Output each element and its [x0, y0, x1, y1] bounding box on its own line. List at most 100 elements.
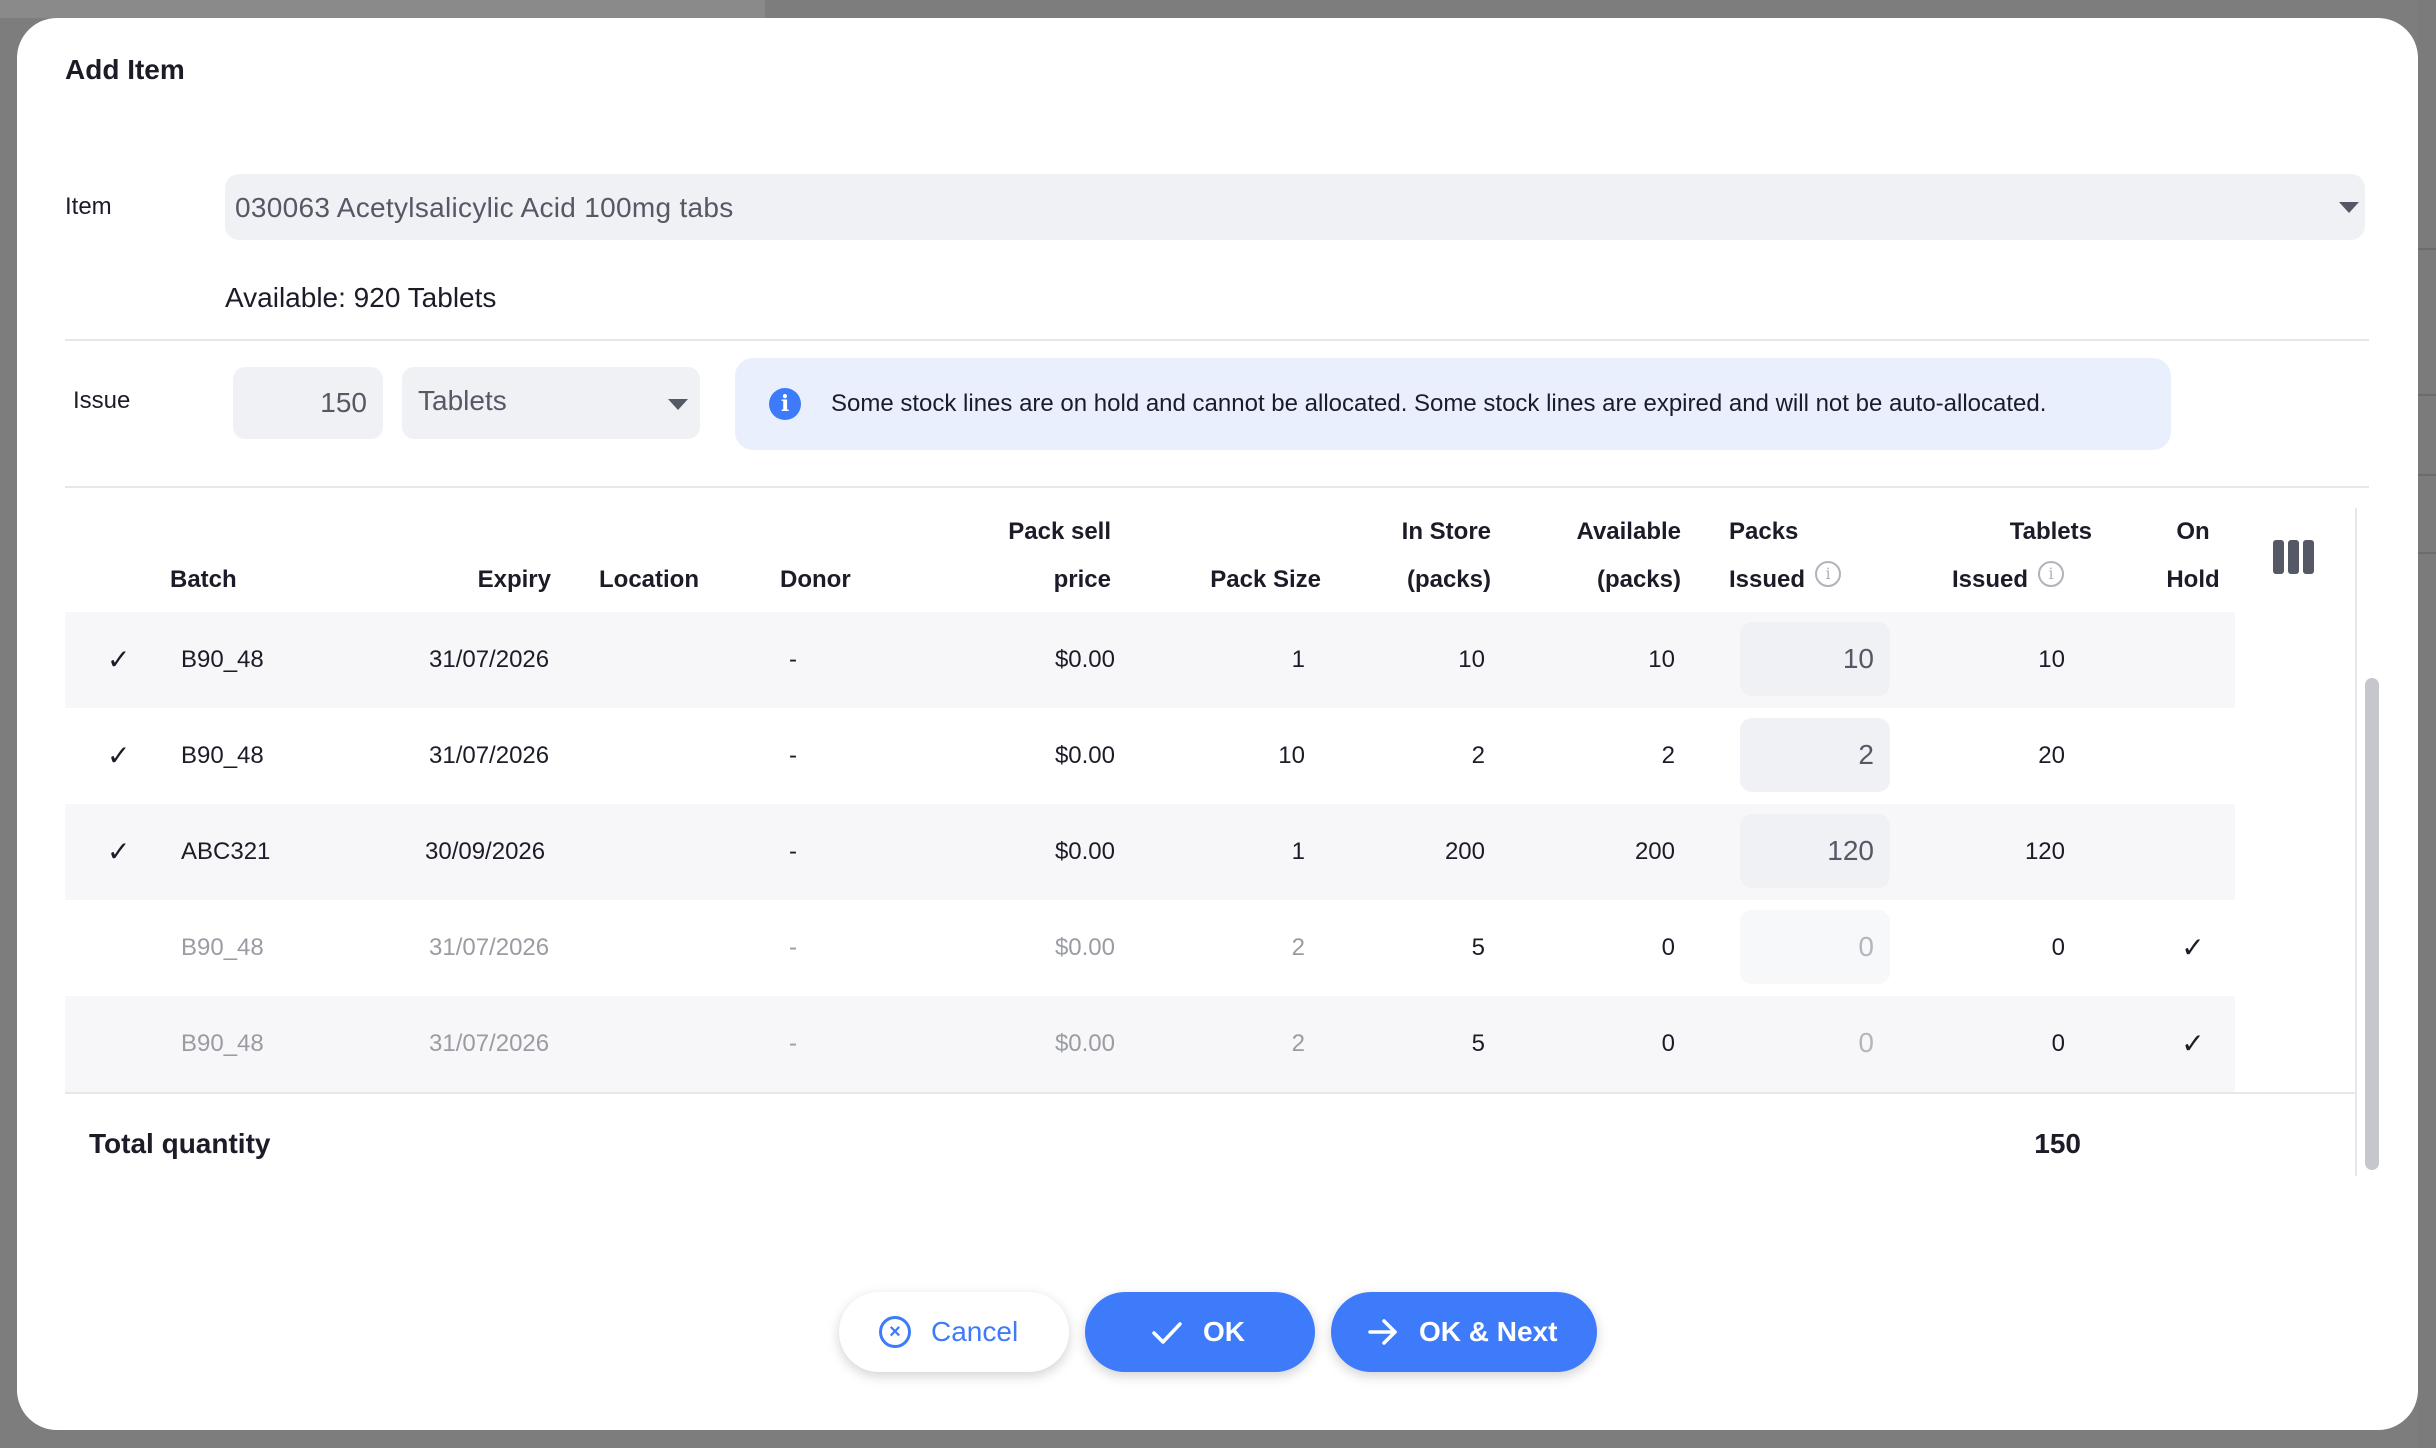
- column-picker-icon[interactable]: [2273, 540, 2317, 574]
- divider: [65, 339, 2369, 341]
- cell-donor: -: [789, 742, 797, 769]
- cell-batch: B90_48: [181, 646, 264, 673]
- col-header-batch[interactable]: Batch: [170, 556, 237, 604]
- stock-alert: i Some stock lines are on hold and canno…: [735, 358, 2171, 450]
- cell-tablets-issued: 10: [2038, 646, 2065, 673]
- packs-issued-value: 120: [1827, 835, 1874, 866]
- table-row[interactable]: ✓ B90_48 31/07/2026 - $0.00 10 2 2 2 20: [65, 708, 2235, 804]
- total-quantity-label: Total quantity: [89, 1128, 271, 1159]
- issue-quantity-value: 150: [320, 387, 367, 418]
- table-row[interactable]: ✓ ABC321 30/09/2026 - $0.00 1 200 200 12…: [65, 804, 2235, 900]
- cancel-button[interactable]: × Cancel: [839, 1292, 1069, 1372]
- cell-pack-size: 10: [1278, 742, 1305, 769]
- scrollbar-thumb[interactable]: [2365, 678, 2379, 1170]
- dialog-title: Add Item: [65, 54, 185, 85]
- col-header-available-line2: (packs): [1596, 566, 1681, 593]
- table-row[interactable]: ✓ B90_48 31/07/2026 - $0.00 1 10 10 10 1…: [65, 612, 2235, 708]
- cell-pack-size: 2: [1291, 934, 1305, 961]
- item-select[interactable]: 030063 Acetylsalicylic Acid 100mg tabs: [225, 174, 2365, 240]
- col-header-location[interactable]: Location: [599, 556, 699, 604]
- cell-expiry: 30/09/2026: [425, 838, 546, 865]
- cell-batch: B90_48: [181, 742, 264, 769]
- cell-tablets-issued: 0: [2051, 1030, 2065, 1057]
- ok-next-button-label: OK & Next: [1419, 1316, 1558, 1347]
- col-header-available[interactable]: Available (packs): [1517, 508, 1682, 604]
- cell-in-store: 5: [1471, 1030, 1485, 1057]
- chevron-down-icon[interactable]: [668, 399, 688, 410]
- cell-price: $0.00: [1054, 646, 1115, 673]
- cancel-button-label: Cancel: [931, 1316, 1019, 1347]
- info-icon[interactable]: i: [1815, 561, 1842, 587]
- col-header-tablets-issued[interactable]: Tablets Issued i: [1952, 508, 2092, 604]
- chevron-down-icon[interactable]: [2339, 202, 2359, 213]
- add-item-dialog: Add Item Item 030063 Acetylsalicylic Aci…: [17, 18, 2418, 1430]
- cell-available: 0: [1661, 1030, 1675, 1057]
- issue-unit-select[interactable]: Tablets: [402, 367, 700, 439]
- col-header-packs-issued-line1: Packs: [1729, 518, 1799, 545]
- info-icon: i: [769, 388, 801, 420]
- ok-next-button[interactable]: OK & Next: [1331, 1292, 1597, 1372]
- packs-issued-input[interactable]: 2: [1740, 718, 1890, 792]
- issue-unit-value: Tablets: [418, 385, 507, 416]
- cell-tablets-issued: 0: [2051, 934, 2065, 961]
- packs-issued-value: 0: [1858, 1027, 1874, 1058]
- issue-quantity-input[interactable]: 150: [233, 367, 383, 439]
- col-header-pack-sell-line2: price: [1053, 566, 1111, 593]
- col-header-in-store-line1: In Store: [1401, 518, 1491, 545]
- cell-price: $0.00: [1054, 838, 1115, 865]
- item-select-value: 030063 Acetylsalicylic Acid 100mg tabs: [235, 192, 734, 223]
- packs-issued-input[interactable]: 120: [1740, 814, 1890, 888]
- col-header-in-store[interactable]: In Store (packs): [1347, 508, 1491, 604]
- cell-tablets-issued: 120: [2024, 838, 2065, 865]
- table-row[interactable]: B90_48 31/07/2026 - $0.00 2 5 0 0 0 ✓: [65, 996, 2235, 1092]
- cell-pack-size: 1: [1291, 646, 1305, 673]
- col-header-tablets-issued-line1: Tablets: [2009, 518, 2092, 545]
- packs-issued-input[interactable]: 0: [1740, 1006, 1890, 1080]
- total-quantity-value: 150: [2034, 1128, 2081, 1159]
- cell-in-store: 10: [1458, 646, 1485, 673]
- col-header-donor[interactable]: Donor: [780, 556, 851, 604]
- cell-available: 200: [1634, 838, 1675, 865]
- col-header-packs-issued[interactable]: Packs Issued i: [1729, 508, 1842, 604]
- cell-batch: B90_48: [181, 934, 264, 961]
- cell-expiry: 31/07/2026: [429, 1030, 550, 1057]
- cell-price: $0.00: [1054, 742, 1115, 769]
- col-header-pack-size[interactable]: Pack Size: [1147, 556, 1321, 604]
- cell-donor: -: [789, 838, 797, 865]
- close-circle-icon: ×: [879, 1316, 911, 1348]
- alert-text: Some stock lines are on hold and cannot …: [831, 390, 2047, 417]
- check-icon: [1152, 1322, 1182, 1344]
- col-header-in-store-line2: (packs): [1406, 566, 1491, 593]
- cell-expiry: 31/07/2026: [429, 742, 550, 769]
- cell-pack-size: 1: [1291, 838, 1305, 865]
- item-label: Item: [65, 193, 112, 220]
- background-page-header: [0, 0, 765, 18]
- col-header-expiry[interactable]: Expiry: [417, 556, 551, 604]
- col-header-available-line1: Available: [1576, 518, 1682, 545]
- col-header-pack-sell-price[interactable]: Pack sell price: [947, 508, 1111, 604]
- packs-issued-value: 10: [1842, 643, 1874, 674]
- col-header-on-hold-line1: On: [2176, 518, 2210, 545]
- cell-expiry: 31/07/2026: [429, 934, 550, 961]
- col-header-pack-sell-line1: Pack sell: [1008, 518, 1111, 545]
- cell-on-hold: ✓: [2181, 932, 2205, 963]
- cell-in-store: 2: [1471, 742, 1485, 769]
- packs-issued-input[interactable]: 0: [1740, 910, 1890, 984]
- ok-button-label: OK: [1203, 1316, 1245, 1347]
- cell-pack-size: 2: [1291, 1030, 1305, 1057]
- cell-in-store: 200: [1444, 838, 1485, 865]
- col-header-on-hold[interactable]: On Hold: [2153, 508, 2233, 604]
- available-text: Available: 920 Tablets: [225, 282, 497, 313]
- cell-tablets-issued: 20: [2038, 742, 2065, 769]
- cell-price: $0.00: [1054, 934, 1115, 961]
- col-header-on-hold-line2: Hold: [2166, 566, 2220, 593]
- info-icon[interactable]: i: [2038, 561, 2065, 587]
- col-header-packs-issued-line2: Issued: [1729, 566, 1806, 593]
- packs-issued-input[interactable]: 10: [1740, 622, 1890, 696]
- cell-price: $0.00: [1054, 1030, 1115, 1057]
- cell-available: 10: [1648, 646, 1675, 673]
- cell-batch: B90_48: [181, 1030, 264, 1057]
- table-row[interactable]: B90_48 31/07/2026 - $0.00 2 5 0 0 0 ✓: [65, 900, 2235, 996]
- ok-button[interactable]: OK: [1085, 1292, 1315, 1372]
- cell-donor: -: [789, 1030, 797, 1057]
